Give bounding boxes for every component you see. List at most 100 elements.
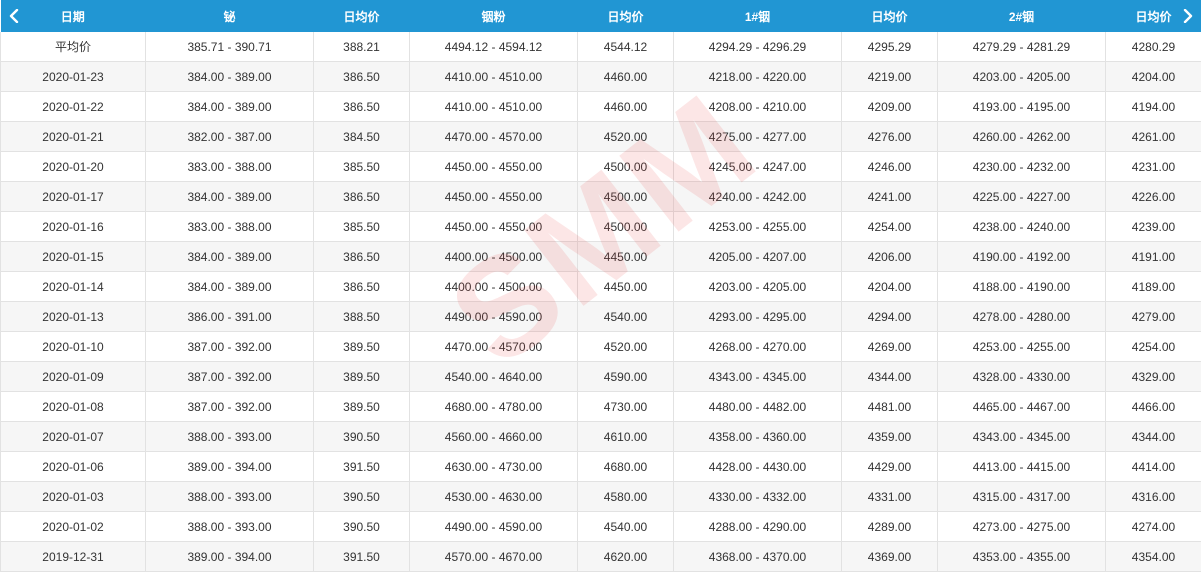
table-row: 2020-01-22384.00 - 389.00386.504410.00 -… (1, 92, 1201, 122)
indium-2-avg-cell: 4204.00 (1106, 62, 1201, 92)
bismuth-range-cell: 384.00 - 389.00 (146, 92, 314, 122)
column-header-indium-powder-avg[interactable]: 日均价 (578, 0, 674, 32)
indium-2-range-cell: 4413.00 - 4415.00 (938, 452, 1106, 482)
indium-1-range-cell: 4203.00 - 4205.00 (674, 272, 842, 302)
table-header: 日期 铋 日均价 铟粉 日均价 1#铟 日均价 2#铟 日均价 (1, 0, 1201, 32)
bismuth-avg-cell: 389.50 (314, 332, 410, 362)
indium-powder-avg-cell: 4500.00 (578, 152, 674, 182)
column-header-bismuth[interactable]: 铋 (146, 0, 314, 32)
indium-2-range-cell: 4273.00 - 4275.00 (938, 512, 1106, 542)
indium-powder-avg-cell: 4590.00 (578, 362, 674, 392)
chevron-left-icon[interactable] (3, 0, 25, 32)
indium-powder-range-cell: 4494.12 - 4594.12 (410, 32, 578, 62)
bismuth-avg-cell: 388.50 (314, 302, 410, 332)
bismuth-range-cell: 387.00 - 392.00 (146, 332, 314, 362)
indium-2-avg-cell: 4189.00 (1106, 272, 1201, 302)
indium-2-avg-cell: 4239.00 (1106, 212, 1201, 242)
bismuth-range-cell: 384.00 - 389.00 (146, 272, 314, 302)
indium-2-range-cell: 4343.00 - 4345.00 (938, 422, 1106, 452)
indium-1-avg-cell: 4344.00 (842, 362, 938, 392)
indium-2-avg-cell: 4344.00 (1106, 422, 1201, 452)
date-cell: 2020-01-07 (1, 422, 146, 452)
indium-1-avg-cell: 4254.00 (842, 212, 938, 242)
indium-2-range-cell: 4188.00 - 4190.00 (938, 272, 1106, 302)
indium-2-avg-cell: 4316.00 (1106, 482, 1201, 512)
indium-1-avg-cell: 4429.00 (842, 452, 938, 482)
indium-1-avg-cell: 4294.00 (842, 302, 938, 332)
indium-powder-range-cell: 4470.00 - 4570.00 (410, 332, 578, 362)
table-row: 2020-01-02388.00 - 393.00390.504490.00 -… (1, 512, 1201, 542)
indium-1-range-cell: 4288.00 - 4290.00 (674, 512, 842, 542)
indium-2-avg-cell: 4354.00 (1106, 542, 1201, 572)
bismuth-range-cell: 388.00 - 393.00 (146, 422, 314, 452)
indium-1-range-cell: 4268.00 - 4270.00 (674, 332, 842, 362)
indium-1-avg-cell: 4289.00 (842, 512, 938, 542)
date-cell: 2020-01-06 (1, 452, 146, 482)
bismuth-avg-cell: 386.50 (314, 62, 410, 92)
column-header-indium-1-avg[interactable]: 日均价 (842, 0, 938, 32)
table-row: 2020-01-03388.00 - 393.00390.504530.00 -… (1, 482, 1201, 512)
table-row: 2020-01-06389.00 - 394.00391.504630.00 -… (1, 452, 1201, 482)
indium-powder-range-cell: 4630.00 - 4730.00 (410, 452, 578, 482)
indium-powder-range-cell: 4450.00 - 4550.00 (410, 152, 578, 182)
bismuth-range-cell: 388.00 - 393.00 (146, 512, 314, 542)
indium-1-avg-cell: 4206.00 (842, 242, 938, 272)
indium-powder-avg-cell: 4460.00 (578, 62, 674, 92)
indium-1-avg-cell: 4295.29 (842, 32, 938, 62)
column-header-bismuth-avg[interactable]: 日均价 (314, 0, 410, 32)
column-header-label: 铋 (223, 10, 235, 24)
table-body: 平均价385.71 - 390.71388.214494.12 - 4594.1… (1, 32, 1201, 572)
bismuth-range-cell: 389.00 - 394.00 (146, 452, 314, 482)
column-header-indium-1[interactable]: 1#铟 (674, 0, 842, 32)
indium-2-range-cell: 4230.00 - 4232.00 (938, 152, 1106, 182)
date-cell: 2020-01-21 (1, 122, 146, 152)
indium-powder-range-cell: 4400.00 - 4500.00 (410, 242, 578, 272)
date-cell: 2020-01-16 (1, 212, 146, 242)
indium-1-range-cell: 4275.00 - 4277.00 (674, 122, 842, 152)
indium-powder-range-cell: 4450.00 - 4550.00 (410, 212, 578, 242)
indium-2-avg-cell: 4414.00 (1106, 452, 1201, 482)
bismuth-avg-cell: 386.50 (314, 92, 410, 122)
indium-2-avg-cell: 4274.00 (1106, 512, 1201, 542)
indium-powder-range-cell: 4450.00 - 4550.00 (410, 182, 578, 212)
column-header-indium-2[interactable]: 2#铟 (938, 0, 1106, 32)
date-cell: 平均价 (1, 32, 146, 62)
bismuth-avg-cell: 385.50 (314, 212, 410, 242)
bismuth-avg-cell: 389.50 (314, 392, 410, 422)
indium-1-range-cell: 4205.00 - 4207.00 (674, 242, 842, 272)
bismuth-avg-cell: 391.50 (314, 542, 410, 572)
indium-powder-range-cell: 4570.00 - 4670.00 (410, 542, 578, 572)
indium-1-range-cell: 4240.00 - 4242.00 (674, 182, 842, 212)
date-cell: 2020-01-09 (1, 362, 146, 392)
chevron-right-icon[interactable] (1177, 0, 1199, 32)
indium-1-range-cell: 4293.00 - 4295.00 (674, 302, 842, 332)
indium-1-avg-cell: 4331.00 (842, 482, 938, 512)
bismuth-avg-cell: 390.50 (314, 512, 410, 542)
column-header-indium-powder[interactable]: 铟粉 (410, 0, 578, 32)
indium-powder-avg-cell: 4680.00 (578, 452, 674, 482)
indium-2-range-cell: 4279.29 - 4281.29 (938, 32, 1106, 62)
table-row: 2020-01-10387.00 - 392.00389.504470.00 -… (1, 332, 1201, 362)
bismuth-avg-cell: 390.50 (314, 422, 410, 452)
header-row: 日期 铋 日均价 铟粉 日均价 1#铟 日均价 2#铟 日均价 (1, 0, 1201, 32)
bismuth-avg-cell: 388.21 (314, 32, 410, 62)
bismuth-range-cell: 387.00 - 392.00 (146, 392, 314, 422)
column-header-indium-2-avg[interactable]: 日均价 (1106, 0, 1201, 32)
column-header-date[interactable]: 日期 (1, 0, 146, 32)
column-header-label: 日均价 (343, 10, 379, 24)
indium-powder-avg-cell: 4520.00 (578, 332, 674, 362)
indium-2-range-cell: 4353.00 - 4355.00 (938, 542, 1106, 572)
table-row: 2020-01-17384.00 - 389.00386.504450.00 -… (1, 182, 1201, 212)
bismuth-range-cell: 384.00 - 389.00 (146, 62, 314, 92)
date-cell: 2020-01-17 (1, 182, 146, 212)
table-row: 2020-01-09387.00 - 392.00389.504540.00 -… (1, 362, 1201, 392)
indium-2-range-cell: 4315.00 - 4317.00 (938, 482, 1106, 512)
indium-2-avg-cell: 4466.00 (1106, 392, 1201, 422)
indium-2-range-cell: 4278.00 - 4280.00 (938, 302, 1106, 332)
indium-2-avg-cell: 4226.00 (1106, 182, 1201, 212)
date-cell: 2020-01-03 (1, 482, 146, 512)
column-header-label: 1#铟 (745, 10, 770, 24)
bismuth-avg-cell: 386.50 (314, 182, 410, 212)
table-row: 2019-12-31389.00 - 394.00391.504570.00 -… (1, 542, 1201, 572)
date-cell: 2020-01-20 (1, 152, 146, 182)
